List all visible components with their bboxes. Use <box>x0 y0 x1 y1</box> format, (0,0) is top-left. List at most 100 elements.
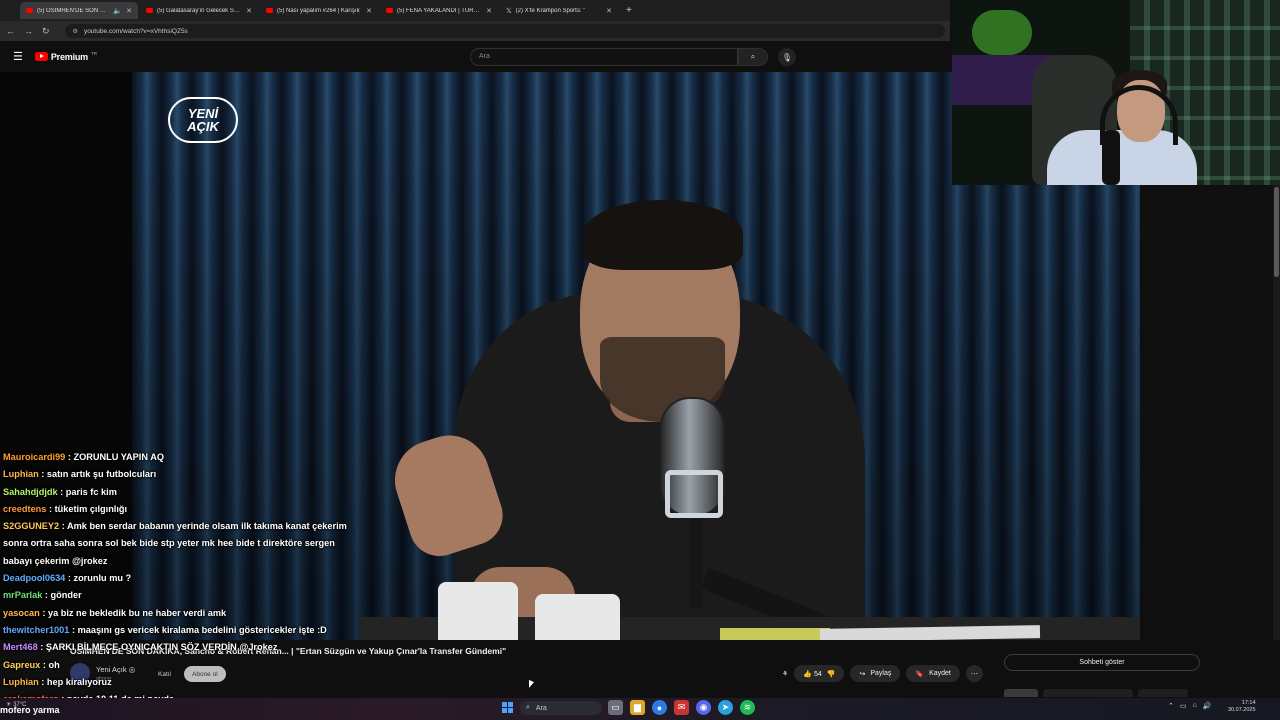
close-icon[interactable]: ✕ <box>246 7 252 15</box>
youtube-icon <box>386 8 393 13</box>
dislike-button[interactable]: 👎 <box>827 670 836 678</box>
system-tray: ⌃ ▭ ⌂ 🔊 <box>1168 702 1211 710</box>
logo-line2: AÇIK <box>187 119 219 134</box>
chat-message: yasocan : ya biz ne bekledik bu ne haber… <box>3 605 363 622</box>
chat-message: Luphian : hep kiralıyoruz <box>3 674 363 691</box>
spotify-icon[interactable]: ≋ <box>740 700 755 715</box>
voice-search-button[interactable]: 🎙 <box>778 48 796 66</box>
chat-username: Deadpool0634 <box>3 573 66 584</box>
menu-icon[interactable]: ☰ <box>13 50 23 63</box>
network-icon[interactable]: ⌂ <box>1193 702 1197 710</box>
tab-2[interactable]: (5) Nası yapalım #264 | Karışık ✕ <box>260 2 378 19</box>
youtube-logo[interactable]: Premium TR <box>34 51 97 62</box>
reload-icon[interactable]: ↻ <box>42 26 50 37</box>
chat-ticker: mofero yarma <box>0 705 60 715</box>
chat-text: satın artık şu futbolcuları <box>46 469 157 480</box>
close-icon[interactable]: ✕ <box>126 7 132 15</box>
country-code: TR <box>91 51 97 56</box>
tab-3[interactable]: (5) FENA YAKALANDI | TÜRKİYE ✕ <box>380 2 498 19</box>
close-icon[interactable]: ✕ <box>606 7 612 15</box>
url-text: youtube.com/watch?v=xVhthsiQZ5s <box>83 27 188 35</box>
thumbs-up-icon: 👍 <box>803 670 812 678</box>
mug <box>535 594 620 640</box>
system-clock[interactable]: 17:14 30.07.2025 <box>1228 700 1256 714</box>
chat-separator: : <box>42 590 51 601</box>
youtube-header: ☰ Premium TR Ara ⌕ 🎙 <box>0 41 950 72</box>
tab-4[interactable]: 𝕏 (2) X'te Krampon Sports: " ✕ <box>500 2 618 19</box>
close-icon[interactable]: ✕ <box>486 7 492 15</box>
chat-message: Gapreux : oh <box>3 657 363 674</box>
clock-date: 30.07.2025 <box>1228 707 1256 713</box>
discord-icon[interactable]: ◉ <box>696 700 711 715</box>
chat-text: ZORUNLU YAPIN AQ <box>73 452 164 462</box>
chat-message: S2GGUNEY2 : Amk ben serdar babanın yerin… <box>3 518 363 570</box>
file-explorer-icon[interactable]: ▆ <box>630 700 645 715</box>
task-view-icon[interactable]: ▭ <box>608 700 623 715</box>
more-actions-button[interactable]: ⋯ <box>965 665 983 682</box>
tab-1[interactable]: (5) Galatasaray'ın Gelecek Sezo ✕ <box>140 2 258 19</box>
close-icon[interactable]: ✕ <box>366 7 372 15</box>
chat-separator: : <box>59 521 67 532</box>
show-chat-button[interactable]: Sohbeti göster <box>1004 654 1200 671</box>
search-icon: ⌕ <box>526 704 530 711</box>
speaker-icon[interactable]: 🔈 <box>113 7 122 15</box>
search-input[interactable]: Ara <box>470 48 738 66</box>
chip-channel[interactable] <box>1043 689 1133 697</box>
chat-username: Gapreux <box>3 659 41 670</box>
youtube-icon <box>34 52 48 61</box>
mouse-cursor <box>529 679 534 691</box>
chip-all[interactable] <box>1004 689 1038 697</box>
chat-separator: : <box>38 676 47 687</box>
scrollbar-thumb[interactable] <box>1274 187 1279 277</box>
chip-related[interactable] <box>1138 689 1188 697</box>
like-button[interactable]: 👍 54 <box>803 670 821 678</box>
chat-text: tüketim çılgınlığı <box>54 503 128 514</box>
chat-text: oh <box>48 659 60 670</box>
share-icon: ↪ <box>859 670 866 678</box>
new-tab-button[interactable]: + <box>620 5 632 16</box>
save-button[interactable]: 🔖 Kaydet <box>906 665 960 682</box>
chevron-up-icon[interactable]: ⌃ <box>1168 702 1174 710</box>
streamer-webcam <box>952 0 1280 185</box>
chat-message: creedtens : tüketim çılgınlığı <box>3 501 363 518</box>
site-info-icon[interactable]: ⚙ <box>73 28 78 35</box>
mail-icon[interactable]: ✉ <box>674 700 689 715</box>
chat-text: hep kiralıyoruz <box>46 676 112 687</box>
url-field[interactable]: ⚙ youtube.com/watch?v=xVhthsiQZ5s <box>64 24 945 38</box>
share-label: Paylaş <box>870 670 892 677</box>
chat-username: Luphian <box>3 676 39 687</box>
forward-icon[interactable]: → <box>24 26 33 36</box>
chat-username: thewitcher1001 <box>3 624 70 635</box>
chrome-icon[interactable]: ● <box>652 700 667 715</box>
share-button[interactable]: ↪ Paylaş <box>850 665 901 682</box>
chat-overlay: Mauroicardi99 : ZORUNLU YAPIN AQ Luphian … <box>3 449 363 708</box>
plant <box>972 10 1032 55</box>
bookmark-icon: 🔖 <box>915 670 925 678</box>
chat-separator: : <box>46 503 55 514</box>
gift-icon[interactable]: ⚘ <box>782 670 788 678</box>
monitor-icon[interactable]: ▭ <box>1180 702 1187 710</box>
tab-0[interactable]: (5) OSIMHEN'DE SON DAKİ 🔈 ✕ <box>20 2 138 19</box>
page-scrollbar[interactable] <box>1273 185 1280 690</box>
chat-separator: : <box>37 642 46 653</box>
chat-separator: : <box>69 624 78 635</box>
chat-text: maaşını gs vericek kiralama bedelini gös… <box>77 624 327 635</box>
tab-title: (5) Galatasaray'ın Gelecek Sezo <box>157 7 243 14</box>
telegram-icon[interactable]: ➤ <box>718 700 733 715</box>
filter-chips <box>1004 689 1188 697</box>
search-icon: ⌕ <box>750 52 756 61</box>
chat-message: thewitcher1001 : maaşını gs vericek kira… <box>3 622 363 639</box>
chat-message: Sahahdjdjdk : paris fc kim <box>3 484 363 501</box>
channel-watermark-logo: YENİ AÇIK <box>168 97 238 143</box>
back-icon[interactable]: ← <box>6 26 15 36</box>
chat-separator: : <box>39 607 48 618</box>
taskbar-search[interactable]: ⌕ Ara <box>520 701 602 715</box>
tab-title: (5) FENA YAKALANDI | TÜRKİYE <box>397 7 483 14</box>
chat-text: gönder <box>50 590 82 601</box>
guest-hair <box>583 200 743 270</box>
start-button[interactable] <box>502 702 513 713</box>
volume-icon[interactable]: 🔊 <box>1203 702 1212 710</box>
like-count: 54 <box>813 670 822 678</box>
streamer-microphone <box>1102 130 1120 185</box>
search-button[interactable]: ⌕ <box>738 48 768 66</box>
